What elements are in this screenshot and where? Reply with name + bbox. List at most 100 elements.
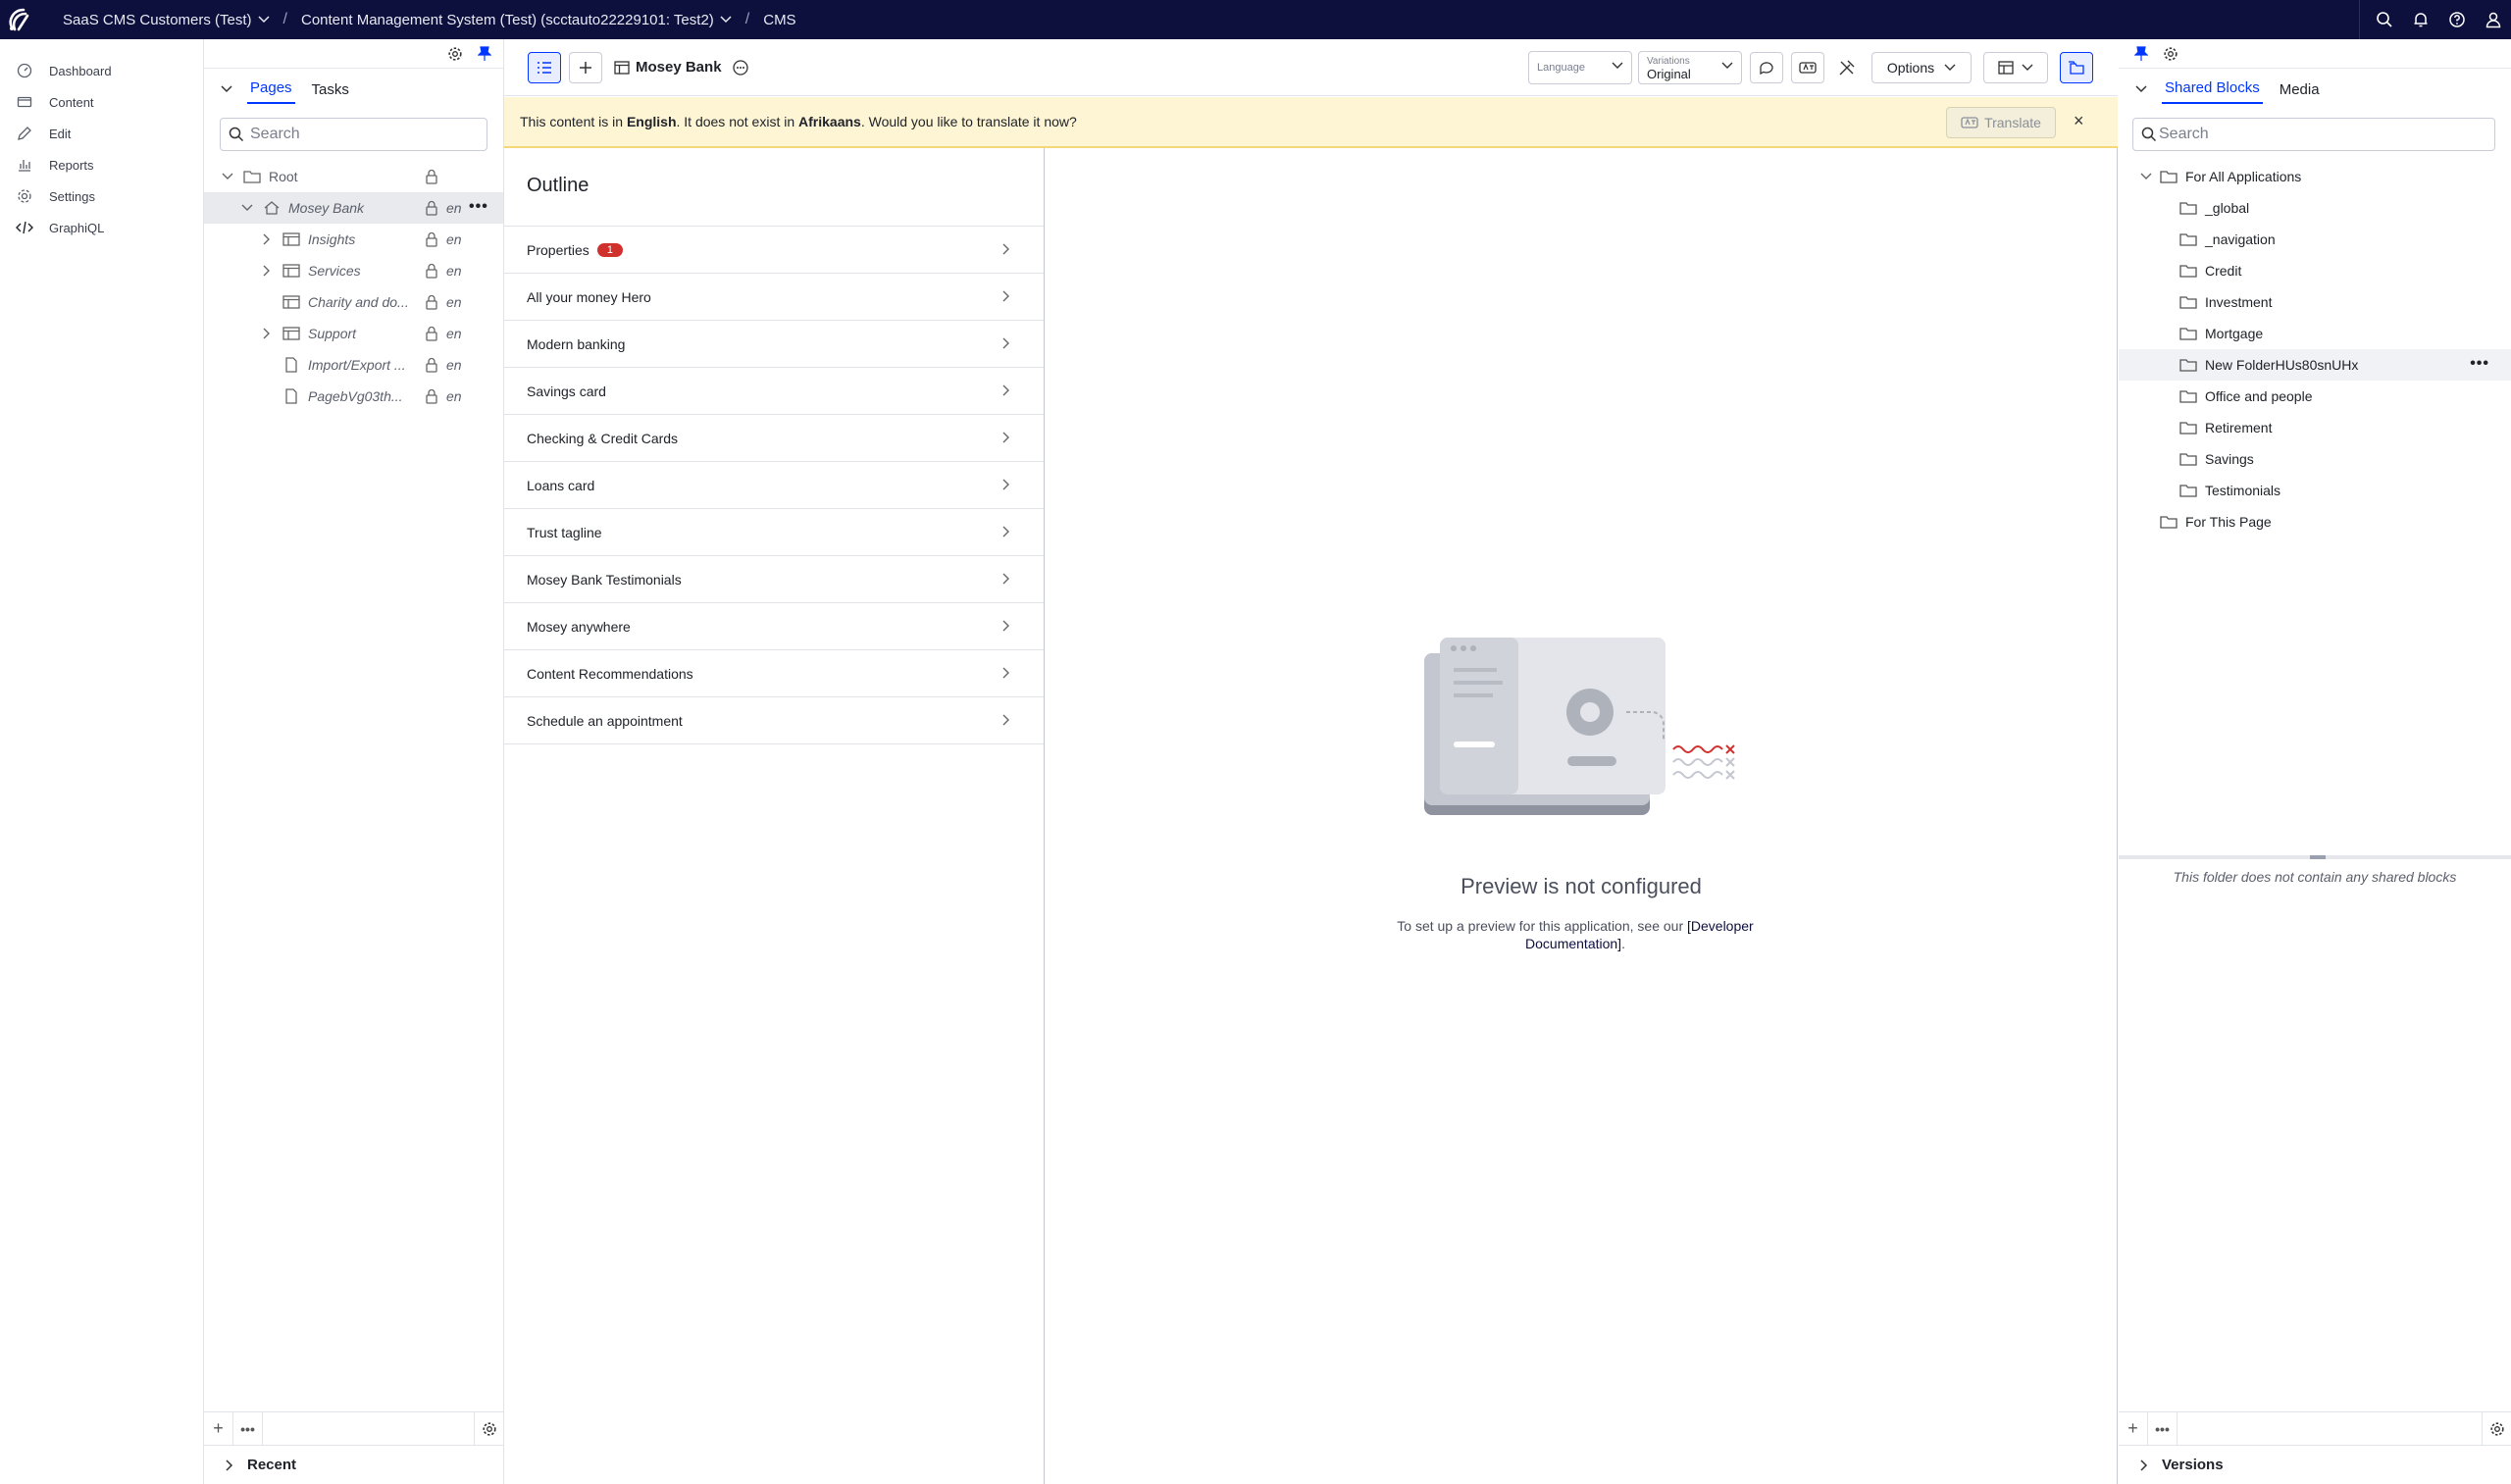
nav-item-dashboard[interactable]: Dashboard: [0, 55, 203, 86]
assets-search-input[interactable]: Search: [2132, 118, 2495, 151]
gear-icon[interactable]: [2158, 41, 2183, 67]
translate-button[interactable]: Translate: [1946, 107, 2056, 138]
tree-item-services[interactable]: Services en: [204, 255, 503, 286]
folder-item[interactable]: Investment: [2119, 286, 2511, 318]
folder-item[interactable]: Testimonials: [2119, 475, 2511, 506]
folder-item[interactable]: Credit: [2119, 255, 2511, 286]
pin-icon[interactable]: [472, 41, 497, 67]
add-button[interactable]: [569, 51, 602, 83]
folder-for-all-applications[interactable]: For All Applications: [2119, 161, 2511, 192]
pages-search-input[interactable]: Search: [220, 118, 487, 151]
more-options-icon[interactable]: •••: [469, 198, 488, 216]
preview-title: Preview is not configured: [1460, 874, 1702, 898]
user-icon[interactable]: [2475, 0, 2511, 39]
outline-toggle-button[interactable]: [528, 51, 561, 83]
more-options-icon[interactable]: •••: [233, 1411, 263, 1446]
assets-panel-toggle-button[interactable]: [2060, 51, 2093, 83]
language-code: en: [446, 388, 462, 404]
outline-item[interactable]: All your money Hero: [504, 274, 1044, 321]
outline-item[interactable]: Mosey Bank Testimonials: [504, 556, 1044, 603]
folder-icon: [2179, 421, 2197, 435]
chevron-down-icon[interactable]: [220, 173, 235, 180]
folder-item[interactable]: _global: [2119, 192, 2511, 224]
outline-item[interactable]: Trust tagline: [504, 509, 1044, 556]
chevron-right-icon[interactable]: [259, 328, 275, 339]
gear-icon[interactable]: [474, 1411, 503, 1446]
translate-view-button[interactable]: [1791, 51, 1824, 83]
language-select[interactable]: Language: [1528, 50, 1632, 84]
options-button[interactable]: Options: [1871, 51, 1972, 83]
tab-pages[interactable]: Pages: [247, 79, 295, 104]
breadcrumb-cms-label: CMS: [763, 11, 796, 28]
breadcrumb-org[interactable]: SaaS CMS Customers (Test): [63, 12, 270, 28]
folder-label: Office and people: [2205, 388, 2313, 404]
tree-item-insights[interactable]: Insights en: [204, 224, 503, 255]
bell-icon[interactable]: [2402, 0, 2438, 39]
close-icon[interactable]: ×: [2074, 111, 2084, 131]
outline-item[interactable]: Modern banking: [504, 321, 1044, 368]
tree-item-charity[interactable]: Charity and do... en: [204, 286, 503, 318]
nav-item-settings[interactable]: Settings: [0, 180, 203, 212]
status-icon[interactable]: [732, 59, 749, 77]
outline-item[interactable]: Mosey anywhere: [504, 603, 1044, 650]
chevron-down-icon[interactable]: [2140, 173, 2156, 180]
gear-icon[interactable]: [2482, 1411, 2511, 1446]
tree-item-root[interactable]: Root: [204, 161, 503, 192]
folder-item[interactable]: Savings: [2119, 443, 2511, 475]
collapse-chevron-icon[interactable]: [216, 75, 237, 104]
layout-button[interactable]: [1983, 51, 2048, 83]
tab-media[interactable]: Media: [2277, 81, 2323, 104]
reports-icon: [16, 157, 33, 173]
breadcrumb-project-label: Content Management System (Test) (scctau…: [301, 11, 714, 28]
pin-icon[interactable]: [2128, 41, 2154, 67]
tree-item-support[interactable]: Support en: [204, 318, 503, 349]
folder-item[interactable]: _navigation: [2119, 224, 2511, 255]
folder-item[interactable]: Office and people: [2119, 381, 2511, 412]
nav-item-edit[interactable]: Edit: [0, 118, 203, 149]
gear-icon[interactable]: [442, 41, 468, 67]
tools-button[interactable]: [1830, 51, 1864, 83]
nav-item-reports[interactable]: Reports: [0, 149, 203, 180]
chevron-down-icon[interactable]: [239, 204, 255, 212]
tree-item-import-export[interactable]: Import/Export ... en: [204, 349, 503, 381]
tree-item-pageb[interactable]: PagebVg03th... en: [204, 381, 503, 412]
outline-item-properties[interactable]: Properties 1: [504, 227, 1044, 274]
tab-shared-blocks[interactable]: Shared Blocks: [2162, 79, 2263, 104]
error-count-badge: 1: [596, 242, 623, 257]
language-code: en: [446, 357, 462, 373]
add-icon[interactable]: +: [2119, 1411, 2148, 1446]
add-icon[interactable]: +: [204, 1411, 233, 1446]
comments-button[interactable]: [1750, 51, 1783, 83]
tree-item-mosey-bank[interactable]: Mosey Bank en •••: [204, 192, 503, 224]
folder-item[interactable]: Retirement: [2119, 412, 2511, 443]
collapse-chevron-icon[interactable]: [2130, 75, 2152, 104]
page-title: Mosey Bank: [614, 59, 749, 77]
breadcrumb-cms[interactable]: CMS: [763, 12, 795, 28]
search-icon[interactable]: [2366, 0, 2402, 39]
variations-select[interactable]: Variations Original: [1638, 50, 1742, 84]
outline-item[interactable]: Schedule an appointment: [504, 697, 1044, 744]
more-options-icon[interactable]: •••: [2470, 355, 2489, 373]
recent-section-toggle[interactable]: Recent: [204, 1445, 503, 1484]
outline-item[interactable]: Savings card: [504, 368, 1044, 415]
pages-tabs: Pages Tasks: [204, 69, 503, 104]
optimizely-logo-icon[interactable]: [0, 0, 39, 39]
outline-item[interactable]: Content Recommendations: [504, 650, 1044, 697]
more-options-icon[interactable]: •••: [2148, 1411, 2178, 1446]
nav-item-graphiql[interactable]: GraphiQL: [0, 212, 203, 243]
folder-item[interactable]: Mortgage: [2119, 318, 2511, 349]
variations-select-label: Variations: [1647, 55, 1690, 67]
chevron-right-icon[interactable]: [259, 233, 275, 245]
nav-item-content[interactable]: Content: [0, 86, 203, 118]
chevron-right-icon[interactable]: [259, 265, 275, 277]
help-icon[interactable]: [2438, 0, 2475, 39]
breadcrumb-project[interactable]: Content Management System (Test) (scctau…: [301, 12, 732, 28]
breadcrumb-separator: /: [282, 11, 287, 27]
outline-item[interactable]: Checking & Credit Cards: [504, 415, 1044, 462]
versions-section-toggle[interactable]: Versions: [2119, 1445, 2511, 1484]
folder-for-this-page[interactable]: For This Page: [2119, 506, 2511, 537]
folder-item-highlighted[interactable]: New FolderHUs80snUHx •••: [2119, 349, 2511, 381]
tab-tasks[interactable]: Tasks: [309, 81, 352, 104]
outline-item[interactable]: Loans card: [504, 462, 1044, 509]
resize-handle[interactable]: [2310, 855, 2326, 859]
